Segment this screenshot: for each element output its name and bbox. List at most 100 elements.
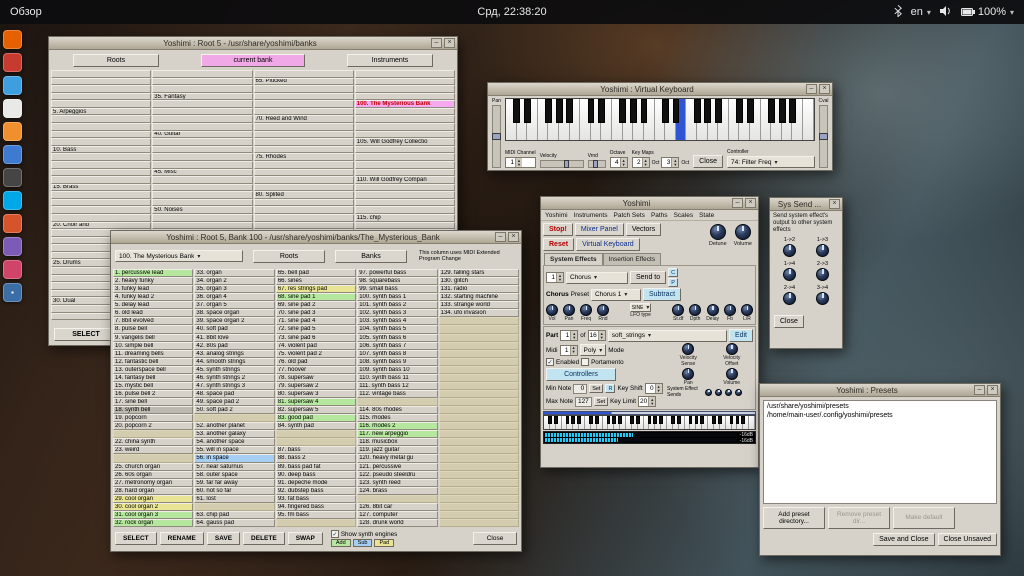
- bank-slot[interactable]: 35. Fantasy: [152, 93, 252, 101]
- bank-slot[interactable]: [51, 138, 151, 146]
- cval-slider[interactable]: [819, 105, 828, 168]
- bank-slot[interactable]: [51, 214, 151, 222]
- key-shift-spinner[interactable]: 0: [645, 383, 663, 394]
- bank-slot[interactable]: [152, 191, 252, 199]
- instrument-slot[interactable]: 133. strange world: [439, 301, 519, 309]
- piano-key-black[interactable]: [598, 99, 605, 123]
- bank-dropdown[interactable]: 100. The Mysterious Bank: [115, 250, 243, 262]
- instrument-slot[interactable]: 26. 60s organ: [113, 471, 193, 479]
- instrument-slot[interactable]: 110. synth bass 11: [357, 374, 437, 382]
- bank-slot[interactable]: 10. Bass: [51, 146, 151, 154]
- max-note-value[interactable]: 127: [575, 397, 592, 407]
- min-note-value[interactable]: 0: [573, 384, 587, 394]
- instrument-slot[interactable]: 127. computer: [357, 511, 437, 519]
- rename-button[interactable]: RENAME: [160, 532, 204, 545]
- set-min-button[interactable]: Set: [589, 384, 603, 393]
- piano-key[interactable]: [803, 99, 814, 140]
- bank-slot[interactable]: [152, 123, 252, 131]
- instrument-slot[interactable]: 130. glitch: [439, 277, 519, 285]
- bank-slot[interactable]: 50. Noises: [152, 206, 252, 214]
- instrument-slot[interactable]: 33. organ: [194, 269, 274, 277]
- instrument-slot[interactable]: [439, 479, 519, 487]
- bank-slot[interactable]: [355, 108, 455, 116]
- preset-path-item[interactable]: /usr/share/yoshimi/presets: [767, 402, 993, 411]
- bank-slot[interactable]: 70. Reed and Wind: [254, 115, 354, 123]
- piano-key-black[interactable]: [736, 99, 743, 123]
- virtual-keyboard-button[interactable]: Virtual Keyboard: [576, 238, 640, 251]
- effect-knob[interactable]: [707, 304, 719, 316]
- bank-slot[interactable]: [254, 70, 354, 78]
- send-route-knob[interactable]: [783, 292, 796, 305]
- subtract-button[interactable]: Subtract: [643, 288, 681, 301]
- media-icon[interactable]: [3, 260, 22, 279]
- close-icon[interactable]: [987, 385, 998, 395]
- bank-slot[interactable]: [254, 85, 354, 93]
- instrument-slot[interactable]: 17. sine bell: [113, 398, 193, 406]
- part-knob[interactable]: [682, 343, 694, 355]
- instrument-slot[interactable]: 71. sine pad 4: [276, 317, 356, 325]
- clock[interactable]: Срд, 22:38:20: [477, 6, 546, 18]
- instrument-slot[interactable]: 43. analog strings: [194, 350, 274, 358]
- instrument-slot[interactable]: 56. in space: [194, 454, 274, 462]
- instrument-slot[interactable]: 64. gauss pad: [194, 519, 274, 527]
- piano-key-black[interactable]: [513, 99, 520, 123]
- instrument-slot[interactable]: 1. percussive lead: [113, 269, 193, 277]
- instrument-slot[interactable]: 44. smooth strings: [194, 358, 274, 366]
- instrument-slot[interactable]: 37. organ 5: [194, 301, 274, 309]
- menu-item[interactable]: Instruments: [574, 212, 608, 219]
- instrument-slot[interactable]: [439, 390, 519, 398]
- bank-slot[interactable]: [254, 123, 354, 131]
- docs-icon[interactable]: [3, 145, 22, 164]
- master-knob[interactable]: [710, 224, 726, 240]
- instrument-slot[interactable]: 106. synth bass 7: [357, 342, 437, 350]
- save-and-close-button[interactable]: Save and Close: [873, 533, 934, 546]
- bank-slot[interactable]: [254, 206, 354, 214]
- instruments-titlebar[interactable]: Yoshimi : Root 5, Bank 100 - /usr/share/…: [111, 231, 521, 244]
- bank-slot[interactable]: [355, 78, 455, 86]
- vrnd-slider[interactable]: [588, 160, 606, 168]
- lfo-type-dropdown[interactable]: SINE: [630, 303, 652, 312]
- instrument-slot[interactable]: 67. res strings pad: [276, 285, 356, 293]
- instrument-slot[interactable]: [439, 382, 519, 390]
- instrument-slot[interactable]: [439, 422, 519, 430]
- part-knob[interactable]: [682, 368, 694, 380]
- bank-slot[interactable]: [51, 161, 151, 169]
- preset-paths-list[interactable]: /usr/share/yoshimi/presets/home/main-use…: [763, 400, 997, 504]
- part-number-spinner[interactable]: 1: [560, 330, 578, 341]
- instrument-slot[interactable]: 89. bass pad fat: [276, 463, 356, 471]
- close-icon[interactable]: [745, 198, 756, 208]
- system-send-knob[interactable]: [715, 389, 722, 396]
- bank-slot[interactable]: [355, 161, 455, 169]
- effect-type-dropdown[interactable]: Chorus: [566, 272, 628, 284]
- instrument-slot[interactable]: 81. supersaw 4: [276, 398, 356, 406]
- instrument-slot[interactable]: 10. simple bell: [113, 342, 193, 350]
- battery-indicator[interactable]: 100%: [961, 6, 1014, 18]
- instrument-slot[interactable]: 11. dreaming bells: [113, 350, 193, 358]
- bank-slot[interactable]: [254, 169, 354, 177]
- instrument-slot[interactable]: 5. delay lead: [113, 301, 193, 309]
- piano-key-black[interactable]: [704, 99, 711, 123]
- bank-slot[interactable]: [254, 100, 354, 108]
- make-default-button[interactable]: Make default: [893, 507, 955, 529]
- menu-item[interactable]: Patch Sets: [614, 212, 645, 219]
- instrument-slot[interactable]: 122. pseudo steeldru: [357, 471, 437, 479]
- instrument-slot[interactable]: 82. supersaw 5: [276, 406, 356, 414]
- instrument-slot[interactable]: 14. fantasy bell: [113, 374, 193, 382]
- bank-slot[interactable]: [355, 123, 455, 131]
- instrument-slot[interactable]: 124. brass: [357, 487, 437, 495]
- instruments-button[interactable]: Instruments: [347, 54, 433, 67]
- controller-dropdown[interactable]: 74: Filter Freq: [727, 156, 815, 168]
- instrument-slot[interactable]: 112. vintage bass: [357, 390, 437, 398]
- bank-slot[interactable]: [51, 78, 151, 86]
- part-knob[interactable]: [726, 368, 738, 380]
- piano-key-black[interactable]: [741, 416, 745, 424]
- bank-slot[interactable]: [355, 146, 455, 154]
- instrument-slot[interactable]: 3. funky lead: [113, 285, 193, 293]
- bank-slot[interactable]: 20. Choir and: [51, 222, 151, 230]
- piano-key-black[interactable]: [730, 416, 734, 424]
- instrument-slot[interactable]: 20. popcorn 2: [113, 422, 193, 430]
- piano-key-black[interactable]: [595, 416, 599, 424]
- sys-send-close-button[interactable]: Close: [774, 315, 804, 328]
- instrument-slot[interactable]: 100. synth bass 1: [357, 293, 437, 301]
- instrument-slot[interactable]: 115. rhodes: [357, 414, 437, 422]
